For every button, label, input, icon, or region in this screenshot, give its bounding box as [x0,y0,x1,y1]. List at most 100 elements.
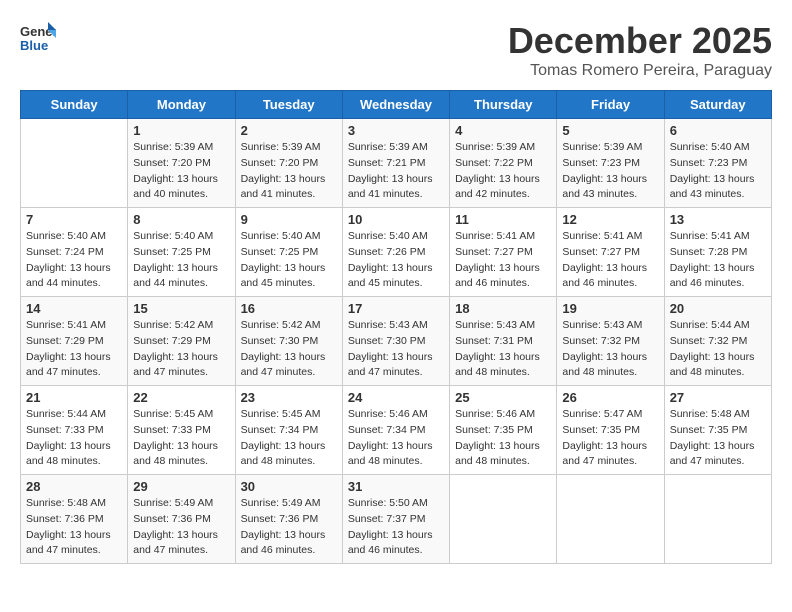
day-number: 25 [455,390,551,405]
day-info: Sunrise: 5:43 AM Sunset: 7:30 PM Dayligh… [348,318,444,381]
calendar-cell: 27Sunrise: 5:48 AM Sunset: 7:35 PM Dayli… [664,386,771,475]
calendar-cell [450,475,557,564]
day-info: Sunrise: 5:41 AM Sunset: 7:27 PM Dayligh… [455,229,551,292]
day-info: Sunrise: 5:43 AM Sunset: 7:32 PM Dayligh… [562,318,658,381]
day-number: 8 [133,212,229,227]
day-number: 6 [670,123,766,138]
calendar-week-row: 28 Sunrise: 5:48 AM Sunset: 7:36 PM Dayli… [21,475,772,564]
calendar-cell: 16 Sunrise: 5:42 AM Sunset: 7:30 PM Dayli… [235,297,342,386]
day-number: 21 [26,390,122,405]
month-title: December 2025 [508,20,772,62]
day-number: 10 [348,212,444,227]
calendar-week-row: 21 Sunrise: 5:44 AM Sunset: 7:33 PM Dayli… [21,386,772,475]
logo: General Blue [20,20,60,56]
calendar-cell: 22Sunrise: 5:45 AM Sunset: 7:33 PM Dayli… [128,386,235,475]
day-info: Sunrise: 5:48 AM Sunset: 7:36 PM Dayligh… [26,496,122,559]
calendar-cell [557,475,664,564]
calendar-cell: 21 Sunrise: 5:44 AM Sunset: 7:33 PM Dayli… [21,386,128,475]
calendar-cell: 13 Sunrise: 5:41 AM Sunset: 7:28 PM Dayli… [664,208,771,297]
day-info: Sunrise: 5:48 AM Sunset: 7:35 PM Dayligh… [670,407,766,470]
day-info: Sunrise: 5:47 AM Sunset: 7:35 PM Dayligh… [562,407,658,470]
day-info: Sunrise: 5:40 AM Sunset: 7:26 PM Dayligh… [348,229,444,292]
day-number: 28 [26,479,122,494]
day-number: 29 [133,479,229,494]
day-number: 15 [133,301,229,316]
day-info: Sunrise: 5:41 AM Sunset: 7:28 PM Dayligh… [670,229,766,292]
day-number: 30 [241,479,337,494]
day-number: 16 [241,301,337,316]
day-number: 11 [455,212,551,227]
day-info: Sunrise: 5:49 AM Sunset: 7:36 PM Dayligh… [241,496,337,559]
day-number: 13 [670,212,766,227]
day-of-week-header: Monday [128,91,235,119]
calendar-cell: 25 Sunrise: 5:46 AM Sunset: 7:35 PM Dayli… [450,386,557,475]
day-number: 24 [348,390,444,405]
day-number: 23 [241,390,337,405]
day-info: Sunrise: 5:39 AM Sunset: 7:23 PM Dayligh… [562,140,658,203]
day-info: Sunrise: 5:46 AM Sunset: 7:34 PM Dayligh… [348,407,444,470]
calendar-cell: 29 Sunrise: 5:49 AM Sunset: 7:36 PM Dayli… [128,475,235,564]
calendar-cell: 5 Sunrise: 5:39 AM Sunset: 7:23 PM Daylig… [557,119,664,208]
calendar-cell: 18 Sunrise: 5:43 AM Sunset: 7:31 PM Dayli… [450,297,557,386]
calendar-cell: 31 Sunrise: 5:50 AM Sunset: 7:37 PM Dayli… [342,475,449,564]
day-info: Sunrise: 5:44 AM Sunset: 7:32 PM Dayligh… [670,318,766,381]
calendar-cell: 14 Sunrise: 5:41 AM Sunset: 7:29 PM Dayli… [21,297,128,386]
calendar-cell: 1 Sunrise: 5:39 AM Sunset: 7:20 PM Daylig… [128,119,235,208]
day-info: Sunrise: 5:42 AM Sunset: 7:30 PM Dayligh… [241,318,337,381]
page-header: General Blue December 2025 Tomas Romero … [20,20,772,80]
day-info: Sunrise: 5:42 AM Sunset: 7:29 PM Dayligh… [133,318,229,381]
day-info: Sunrise: 5:41 AM Sunset: 7:29 PM Dayligh… [26,318,122,381]
calendar-cell: 15 Sunrise: 5:42 AM Sunset: 7:29 PM Dayli… [128,297,235,386]
title-area: December 2025 Tomas Romero Pereira, Para… [508,20,772,80]
day-info: Sunrise: 5:44 AM Sunset: 7:33 PM Dayligh… [26,407,122,470]
day-info: Sunrise: 5:45 AM Sunset: 7:33 PM Dayligh… [133,407,229,470]
day-number: 18 [455,301,551,316]
day-number: 2 [241,123,337,138]
day-number: 3 [348,123,444,138]
calendar-cell: 12Sunrise: 5:41 AM Sunset: 7:27 PM Dayli… [557,208,664,297]
day-info: Sunrise: 5:50 AM Sunset: 7:37 PM Dayligh… [348,496,444,559]
day-number: 26 [562,390,658,405]
calendar-cell: 19Sunrise: 5:43 AM Sunset: 7:32 PM Dayli… [557,297,664,386]
calendar-cell: 2 Sunrise: 5:39 AM Sunset: 7:20 PM Daylig… [235,119,342,208]
day-info: Sunrise: 5:39 AM Sunset: 7:22 PM Dayligh… [455,140,551,203]
day-number: 31 [348,479,444,494]
calendar-cell: 6 Sunrise: 5:40 AM Sunset: 7:23 PM Daylig… [664,119,771,208]
day-info: Sunrise: 5:39 AM Sunset: 7:20 PM Dayligh… [241,140,337,203]
day-number: 5 [562,123,658,138]
location-subtitle: Tomas Romero Pereira, Paraguay [508,62,772,80]
day-number: 14 [26,301,122,316]
calendar-cell: 9 Sunrise: 5:40 AM Sunset: 7:25 PM Daylig… [235,208,342,297]
day-number: 7 [26,212,122,227]
day-info: Sunrise: 5:40 AM Sunset: 7:25 PM Dayligh… [241,229,337,292]
day-info: Sunrise: 5:40 AM Sunset: 7:24 PM Dayligh… [26,229,122,292]
day-of-week-header: Sunday [21,91,128,119]
day-info: Sunrise: 5:43 AM Sunset: 7:31 PM Dayligh… [455,318,551,381]
svg-text:Blue: Blue [20,38,48,53]
calendar-cell: 26 Sunrise: 5:47 AM Sunset: 7:35 PM Dayli… [557,386,664,475]
day-number: 17 [348,301,444,316]
calendar-cell: 11 Sunrise: 5:41 AM Sunset: 7:27 PM Dayli… [450,208,557,297]
day-of-week-header: Thursday [450,91,557,119]
day-info: Sunrise: 5:46 AM Sunset: 7:35 PM Dayligh… [455,407,551,470]
day-of-week-header: Saturday [664,91,771,119]
day-info: Sunrise: 5:49 AM Sunset: 7:36 PM Dayligh… [133,496,229,559]
calendar-week-row: 1 Sunrise: 5:39 AM Sunset: 7:20 PM Daylig… [21,119,772,208]
calendar-header: SundayMondayTuesdayWednesdayThursdayFrid… [21,91,772,119]
calendar-cell: 4 Sunrise: 5:39 AM Sunset: 7:22 PM Daylig… [450,119,557,208]
calendar-cell [21,119,128,208]
day-number: 20 [670,301,766,316]
day-info: Sunrise: 5:39 AM Sunset: 7:20 PM Dayligh… [133,140,229,203]
calendar-cell: 24 Sunrise: 5:46 AM Sunset: 7:34 PM Dayli… [342,386,449,475]
day-info: Sunrise: 5:45 AM Sunset: 7:34 PM Dayligh… [241,407,337,470]
calendar-cell: 23 Sunrise: 5:45 AM Sunset: 7:34 PM Dayli… [235,386,342,475]
day-number: 9 [241,212,337,227]
day-number: 1 [133,123,229,138]
day-of-week-header: Tuesday [235,91,342,119]
day-number: 4 [455,123,551,138]
day-of-week-header: Wednesday [342,91,449,119]
calendar-cell: 3Sunrise: 5:39 AM Sunset: 7:21 PM Daylig… [342,119,449,208]
calendar-cell: 20 Sunrise: 5:44 AM Sunset: 7:32 PM Dayli… [664,297,771,386]
day-number: 12 [562,212,658,227]
day-info: Sunrise: 5:40 AM Sunset: 7:23 PM Dayligh… [670,140,766,203]
